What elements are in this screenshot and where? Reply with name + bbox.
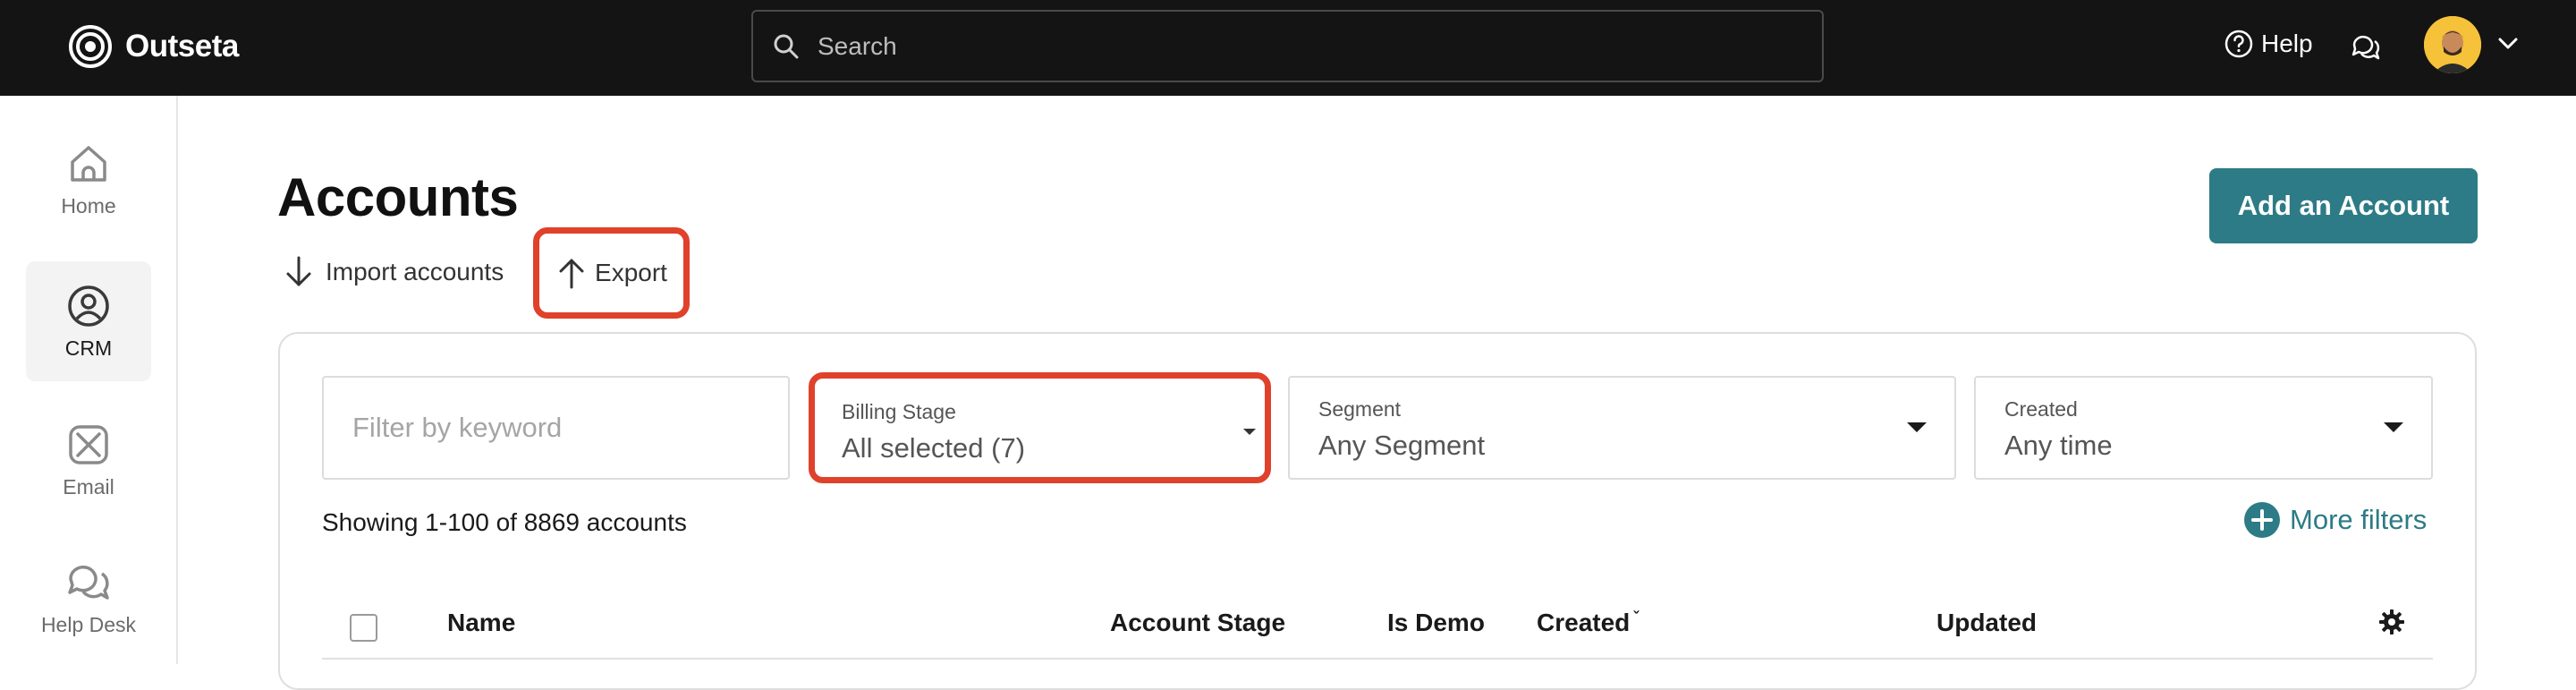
column-header-account-stage[interactable]: Account Stage xyxy=(1110,609,1285,637)
email-icon xyxy=(69,424,108,464)
caret-down-icon xyxy=(1243,429,1256,435)
help-circle-icon xyxy=(2224,30,2253,58)
user-avatar[interactable] xyxy=(2424,16,2481,73)
help-label: Help xyxy=(2261,30,2313,57)
sidebar-item-label: CRM xyxy=(64,336,113,360)
column-header-is-demo[interactable]: Is Demo xyxy=(1387,609,1485,637)
segment-select[interactable]: Segment Any Segment xyxy=(1288,376,1956,480)
arrow-up-icon xyxy=(559,259,584,289)
keyword-filter-input[interactable] xyxy=(322,376,790,480)
caret-down-icon xyxy=(2384,422,2403,432)
caret-down-icon xyxy=(1907,422,1927,432)
sidebar-item-label: Email xyxy=(63,474,114,498)
search-icon xyxy=(774,34,799,58)
export-button[interactable]: Export xyxy=(533,227,690,319)
created-select[interactable]: Created Any time xyxy=(1974,376,2433,480)
billing-stage-value: All selected (7) xyxy=(842,432,1026,464)
sidebar-item-label: Home xyxy=(61,193,116,217)
add-account-button[interactable]: Add an Account xyxy=(2209,168,2478,243)
billing-stage-select[interactable]: Billing Stage All selected (7) xyxy=(809,372,1271,483)
more-filters-button[interactable]: More filters xyxy=(2243,501,2427,539)
sidebar-item-help-desk[interactable]: Help Desk xyxy=(26,538,151,658)
arrow-down-icon xyxy=(286,256,311,286)
export-label: Export xyxy=(595,259,667,286)
sidebar-item-home[interactable]: Home xyxy=(26,119,151,239)
home-icon xyxy=(71,145,106,182)
help-link[interactable]: Help xyxy=(2224,29,2313,59)
import-label: Import accounts xyxy=(326,258,504,285)
column-header-name[interactable]: Name xyxy=(447,609,515,637)
search-bar[interactable] xyxy=(751,10,1824,82)
page-title: Accounts xyxy=(277,167,519,227)
sidebar-item-crm[interactable]: CRM xyxy=(26,261,151,381)
plus-circle-icon xyxy=(2244,502,2280,538)
created-label: Created xyxy=(2004,397,2078,421)
column-header-created-label: Created xyxy=(1537,609,1631,636)
column-header-created[interactable]: Created ˇ xyxy=(1537,609,1639,637)
results-summary: Showing 1-100 of 8869 accounts xyxy=(322,508,687,536)
sidebar-item-email[interactable]: Email xyxy=(26,400,151,520)
outseta-logo-icon xyxy=(69,25,112,68)
segment-value: Any Segment xyxy=(1318,430,1486,461)
top-bar: Outseta Help xyxy=(0,0,2576,96)
select-all-checkbox[interactable] xyxy=(350,614,377,642)
created-value: Any time xyxy=(2004,430,2113,461)
billing-stage-label: Billing Stage xyxy=(842,400,956,423)
gear-icon[interactable] xyxy=(2378,609,2405,635)
logo[interactable]: Outseta xyxy=(68,21,239,72)
help-desk-icon xyxy=(68,565,109,600)
chevron-down-icon[interactable] xyxy=(2497,36,2519,52)
search-input[interactable] xyxy=(818,31,1757,61)
avatar-image xyxy=(2424,16,2481,73)
crm-icon xyxy=(68,285,109,327)
segment-label: Segment xyxy=(1318,397,1402,421)
table-header-divider xyxy=(322,658,2433,660)
more-filters-label: More filters xyxy=(2290,504,2428,535)
import-accounts-link[interactable]: Import accounts xyxy=(283,254,504,290)
column-header-updated[interactable]: Updated xyxy=(1936,609,2037,637)
sort-desc-icon: ˇ xyxy=(1633,609,1640,626)
sidebar: Home CRM Email Help Desk xyxy=(0,96,178,664)
chat-icon[interactable] xyxy=(2349,30,2381,63)
app-name: Outseta xyxy=(125,29,239,64)
sidebar-item-label: Help Desk xyxy=(40,612,137,636)
